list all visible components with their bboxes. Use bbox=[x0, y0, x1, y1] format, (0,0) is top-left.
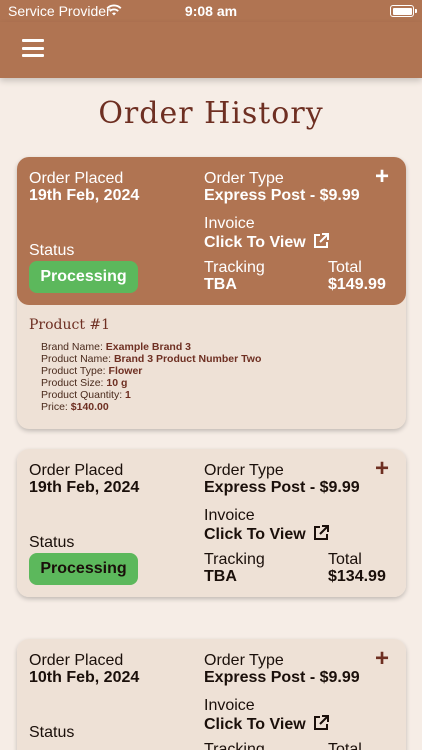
detail-product-name-label: Product Name: bbox=[41, 353, 112, 365]
battery-icon bbox=[390, 5, 417, 17]
order-card: Order Placed 19th Feb, 2024 Order Type E… bbox=[17, 449, 406, 597]
product-title: Product #1 bbox=[29, 317, 111, 333]
tracking-value: TBA bbox=[204, 276, 237, 293]
order-type-value: Express Post - $9.99 bbox=[204, 669, 360, 686]
detail-brand: Brand Name: Example Brand 3 bbox=[41, 341, 394, 353]
detail-brand-value: Example Brand 3 bbox=[105, 341, 191, 353]
order-date: 19th Feb, 2024 bbox=[29, 479, 140, 496]
order-date: 19th Feb, 2024 bbox=[29, 187, 140, 204]
status-label: Status bbox=[29, 534, 75, 551]
invoice-link-text: Click To View bbox=[204, 716, 306, 733]
detail-product-quantity-value: 1 bbox=[125, 389, 131, 401]
invoice-link-text: Click To View bbox=[204, 234, 306, 251]
external-link-icon bbox=[313, 233, 329, 248]
detail-product-type-value: Flower bbox=[108, 365, 143, 377]
detail-product-size-label: Product Size: bbox=[41, 377, 104, 389]
status-label: Status bbox=[29, 242, 75, 259]
status-bar: Service Provider 9:08 am bbox=[0, 0, 422, 22]
plus-icon[interactable]: + bbox=[375, 165, 389, 189]
order-type-label: Order Type bbox=[204, 462, 284, 479]
detail-product-quantity-label: Product Quantity: bbox=[41, 389, 123, 401]
detail-product-name: Product Name: Brand 3 Product Number Two bbox=[41, 353, 394, 365]
plus-icon[interactable]: + bbox=[375, 457, 389, 481]
invoice-link[interactable]: Click To View bbox=[204, 232, 330, 252]
order-card: Order Placed 10th Feb, 2024 Order Type E… bbox=[17, 639, 406, 750]
order-summary[interactable]: Order Placed 10th Feb, 2024 Order Type E… bbox=[17, 639, 406, 750]
tracking-label: Tracking bbox=[204, 551, 265, 568]
page-title: Order History bbox=[98, 96, 324, 131]
invoice-link-text: Click To View bbox=[204, 526, 306, 543]
order-placed-label: Order Placed bbox=[29, 170, 124, 187]
order-type-label: Order Type bbox=[204, 170, 284, 187]
plus-icon[interactable]: + bbox=[375, 647, 389, 671]
total-label: Total bbox=[328, 741, 362, 750]
invoice-label: Invoice bbox=[204, 507, 255, 524]
detail-price: Price: $140.00 bbox=[41, 401, 394, 413]
tracking-label: Tracking bbox=[204, 259, 265, 276]
status-badge: Processing bbox=[29, 261, 138, 293]
order-type-value: Express Post - $9.99 bbox=[204, 479, 360, 496]
detail-product-type: Product Type: Flower bbox=[41, 365, 394, 377]
top-navbar bbox=[0, 22, 422, 78]
invoice-label: Invoice bbox=[204, 697, 255, 714]
status-label: Status bbox=[29, 724, 75, 741]
hamburger-menu-icon[interactable] bbox=[22, 38, 44, 58]
external-link-icon bbox=[313, 525, 329, 540]
order-placed-label: Order Placed bbox=[29, 652, 124, 669]
order-summary[interactable]: Order Placed 19th Feb, 2024 Order Type E… bbox=[17, 157, 406, 305]
detail-product-size: Product Size: 10 g bbox=[41, 377, 394, 389]
total-label: Total bbox=[328, 551, 362, 568]
detail-product-type-label: Product Type: bbox=[41, 365, 106, 377]
invoice-link[interactable]: Click To View bbox=[204, 524, 330, 544]
external-link-icon bbox=[313, 715, 329, 730]
order-card: Order Placed 19th Feb, 2024 Order Type E… bbox=[17, 157, 406, 429]
tracking-label: Tracking bbox=[204, 741, 265, 750]
status-badge: Processing bbox=[29, 553, 138, 585]
detail-product-size-value: 10 g bbox=[106, 377, 128, 389]
tracking-value: TBA bbox=[204, 568, 237, 585]
total-label: Total bbox=[328, 259, 362, 276]
total-value: $134.99 bbox=[328, 568, 386, 585]
order-details: Product #1 Brand Name: Example Brand 3 P… bbox=[17, 305, 406, 429]
detail-price-label: Price: bbox=[41, 401, 68, 413]
detail-price-value: $140.00 bbox=[70, 401, 109, 413]
order-type-label: Order Type bbox=[204, 652, 284, 669]
detail-product-quantity: Product Quantity: 1 bbox=[41, 389, 394, 401]
invoice-link[interactable]: Click To View bbox=[204, 714, 330, 734]
order-type-value: Express Post - $9.99 bbox=[204, 187, 360, 204]
order-date: 10th Feb, 2024 bbox=[29, 669, 140, 686]
detail-product-name-value: Brand 3 Product Number Two bbox=[113, 353, 262, 365]
detail-brand-label: Brand Name: bbox=[41, 341, 103, 353]
order-placed-label: Order Placed bbox=[29, 462, 124, 479]
invoice-label: Invoice bbox=[204, 215, 255, 232]
clock: 9:08 am bbox=[184, 3, 238, 19]
total-value: $149.99 bbox=[328, 276, 386, 293]
order-summary[interactable]: Order Placed 19th Feb, 2024 Order Type E… bbox=[17, 449, 406, 597]
